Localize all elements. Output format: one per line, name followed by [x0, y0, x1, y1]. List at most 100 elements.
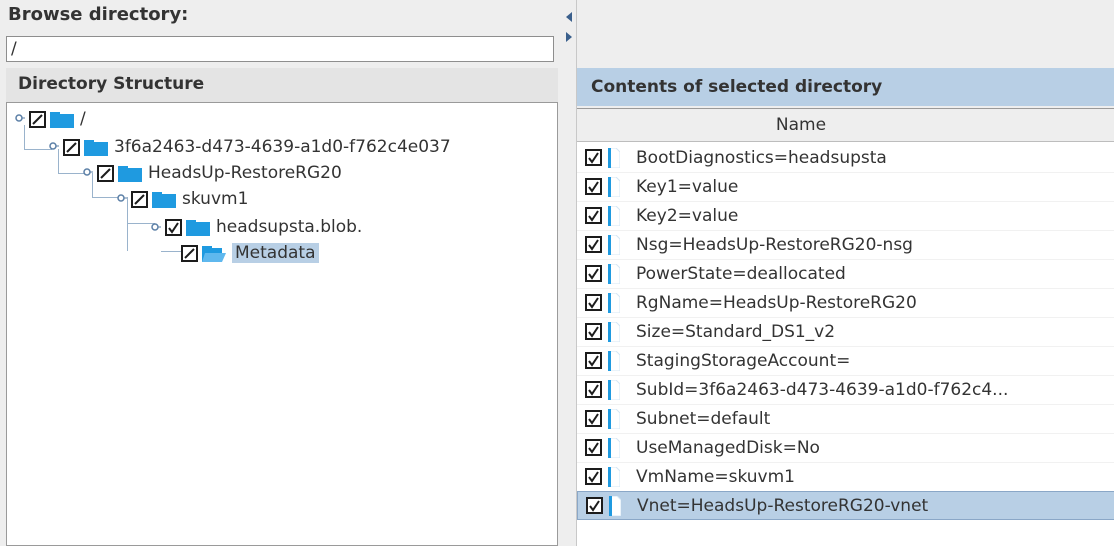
contents-table[interactable]: Name BootDiagnostics=headsupsta Key1=valu… — [577, 108, 1114, 547]
expand-handle-icon[interactable] — [83, 168, 93, 178]
row-name: Key1=value — [636, 176, 739, 197]
table-row[interactable]: RgName=HeadsUp-RestoreRG20 — [577, 288, 1114, 318]
folder-icon — [50, 110, 74, 128]
file-icon — [608, 379, 620, 400]
directory-structure-header: Directory Structure — [6, 68, 558, 103]
pane-splitter[interactable] — [562, 0, 576, 546]
file-icon — [609, 495, 621, 516]
file-icon — [608, 147, 620, 168]
table-row[interactable]: Key2=value — [577, 201, 1114, 231]
tree-node-resource-group[interactable]: HeadsUp-RestoreRG20 — [83, 161, 342, 185]
table-row[interactable]: Nsg=HeadsUp-RestoreRG20-nsg — [577, 230, 1114, 260]
table-row[interactable]: Subnet=default — [577, 404, 1114, 434]
tree-node-label: HeadsUp-RestoreRG20 — [148, 163, 342, 183]
file-icon — [608, 437, 620, 458]
table-row[interactable]: Key1=value — [577, 172, 1114, 202]
tree-node-label: / — [80, 109, 86, 129]
row-name: Subnet=default — [636, 408, 771, 429]
collapse-right-icon[interactable] — [565, 32, 573, 42]
row-name: RgName=HeadsUp-RestoreRG20 — [636, 292, 917, 313]
row-name: StagingStorageAccount= — [636, 350, 851, 371]
table-row[interactable]: BootDiagnostics=headsupsta — [577, 143, 1114, 173]
tree-checkbox[interactable] — [97, 164, 114, 182]
tree-node-label: skuvm1 — [182, 189, 249, 209]
row-checkbox[interactable] — [585, 410, 602, 427]
tree-line — [161, 251, 181, 252]
file-icon — [608, 234, 620, 255]
row-name: Size=Standard_DS1_v2 — [636, 321, 836, 342]
table-row[interactable]: SubId=3f6a2463-d473-4639-a1d0-f762c4... — [577, 375, 1114, 405]
tree-node-root[interactable]: / — [15, 107, 86, 131]
table-row[interactable]: VmName=skuvm1 — [577, 462, 1114, 492]
row-name: UseManagedDisk=No — [636, 437, 820, 458]
tree-node-label: headsupsta.blob. — [216, 217, 363, 237]
row-checkbox[interactable] — [586, 497, 603, 514]
file-icon — [608, 408, 620, 429]
tree-checkbox[interactable] — [63, 138, 80, 156]
collapse-handle-icon[interactable] — [151, 222, 161, 232]
expand-handle-icon[interactable] — [15, 114, 25, 124]
tree-line — [58, 173, 86, 174]
file-icon — [608, 176, 620, 197]
row-checkbox[interactable] — [585, 323, 602, 340]
table-row[interactable]: PowerState=deallocated — [577, 259, 1114, 289]
expand-handle-icon[interactable] — [117, 194, 127, 204]
row-name: VmName=skuvm1 — [636, 466, 795, 487]
expand-handle-icon[interactable] — [49, 142, 59, 152]
row-name: Key2=value — [636, 205, 739, 226]
file-icon — [608, 321, 620, 342]
contents-header: Contents of selected directory — [577, 68, 1114, 106]
tree-node-vm[interactable]: skuvm1 — [117, 187, 248, 211]
row-checkbox[interactable] — [585, 149, 602, 166]
row-checkbox[interactable] — [585, 236, 602, 253]
file-icon — [608, 205, 620, 226]
tree-checkbox[interactable] — [165, 218, 182, 236]
table-row[interactable]: UseManagedDisk=No — [577, 433, 1114, 463]
table-row[interactable]: StagingStorageAccount= — [577, 346, 1114, 376]
folder-icon — [186, 218, 210, 236]
tree-checkbox[interactable] — [131, 190, 148, 208]
table-row[interactable]: Size=Standard_DS1_v2 — [577, 317, 1114, 347]
row-checkbox[interactable] — [585, 439, 602, 456]
directory-structure-title: Directory Structure — [18, 74, 205, 94]
row-checkbox[interactable] — [585, 381, 602, 398]
row-name: PowerState=deallocated — [636, 263, 846, 284]
file-icon — [608, 466, 620, 487]
browse-directory-label: Browse directory: — [8, 4, 189, 25]
row-checkbox[interactable] — [585, 468, 602, 485]
tree-node-label: Metadata — [232, 243, 319, 263]
directory-tree[interactable]: / 3f6a2463-d473-4639-a1d0-f762c4e037 Hea… — [6, 102, 558, 546]
browse-pane: Browse directory: / Directory Structure … — [0, 0, 562, 546]
tree-node-blob[interactable]: headsupsta.blob. — [151, 215, 362, 239]
contents-pane: Contents of selected directory Name Boot… — [576, 0, 1114, 547]
row-name: SubId=3f6a2463-d473-4639-a1d0-f762c4... — [636, 379, 1009, 400]
column-header-name[interactable]: Name — [577, 109, 1114, 142]
file-icon — [608, 292, 620, 313]
file-icon — [608, 350, 620, 371]
path-input[interactable]: / — [6, 36, 554, 62]
folder-open-icon — [202, 244, 226, 262]
table-row[interactable]: Vnet=HeadsUp-RestoreRG20-vnet — [577, 491, 1114, 520]
row-checkbox[interactable] — [585, 178, 602, 195]
row-checkbox[interactable] — [585, 352, 602, 369]
row-name: BootDiagnostics=headsupsta — [636, 147, 887, 168]
row-checkbox[interactable] — [585, 265, 602, 282]
tree-line — [92, 197, 120, 198]
tree-checkbox[interactable] — [181, 244, 198, 262]
tree-node-subscription[interactable]: 3f6a2463-d473-4639-a1d0-f762c4e037 — [49, 135, 451, 159]
column-header-label: Name — [775, 115, 827, 135]
contents-title: Contents of selected directory — [591, 77, 883, 97]
tree-node-metadata[interactable]: Metadata — [181, 241, 319, 265]
folder-icon — [118, 164, 142, 182]
tree-checkbox[interactable] — [29, 110, 46, 128]
tree-node-label: 3f6a2463-d473-4639-a1d0-f762c4e037 — [114, 137, 451, 157]
folder-icon — [152, 190, 176, 208]
folder-icon — [84, 138, 108, 156]
collapse-left-icon[interactable] — [565, 12, 573, 22]
tree-line — [24, 149, 52, 150]
row-name: Vnet=HeadsUp-RestoreRG20-vnet — [637, 495, 929, 516]
row-checkbox[interactable] — [585, 294, 602, 311]
row-checkbox[interactable] — [585, 207, 602, 224]
file-icon — [608, 263, 620, 284]
row-name: Nsg=HeadsUp-RestoreRG20-nsg — [636, 234, 913, 255]
